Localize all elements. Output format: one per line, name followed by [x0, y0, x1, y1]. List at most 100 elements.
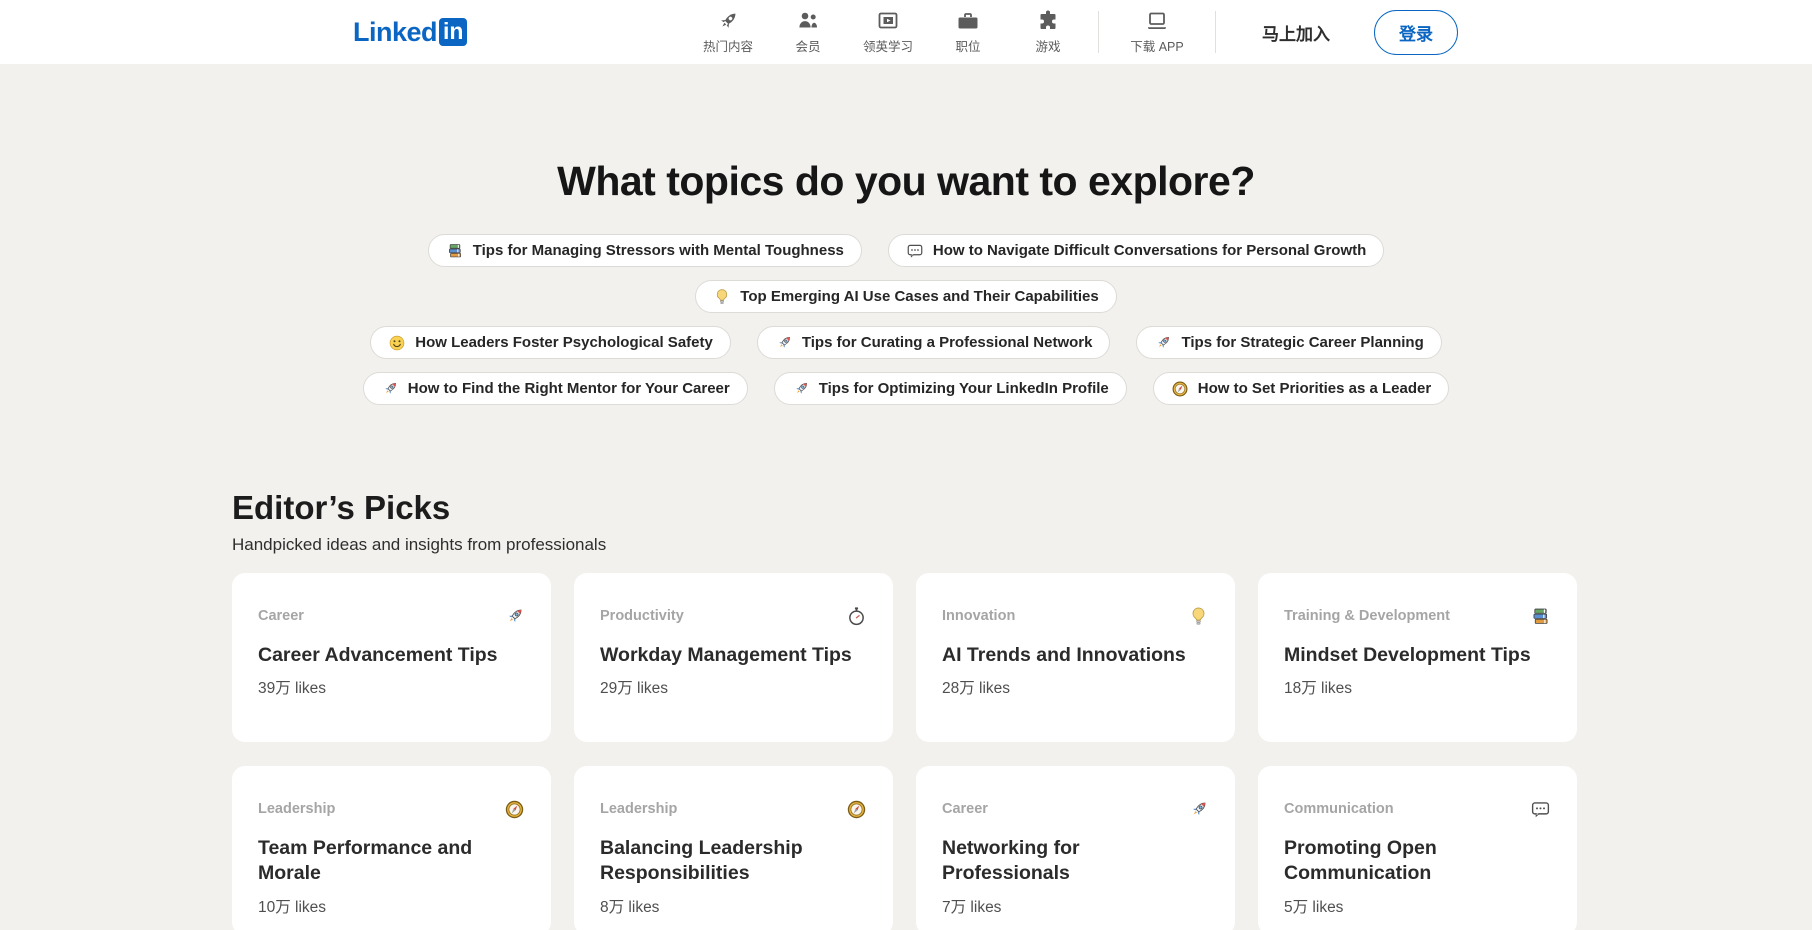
topic-pill[interactable]: How Leaders Foster Psychological Safety — [370, 326, 731, 359]
topic-pill-label: Tips for Curating a Professional Network — [802, 334, 1093, 351]
card-category: Innovation — [942, 608, 1015, 624]
nav-item-label: 领英学习 — [863, 36, 913, 55]
sign-in-button[interactable]: 登录 — [1374, 10, 1458, 55]
editors-picks-subtitle: Handpicked ideas and insights from profe… — [232, 535, 1578, 555]
card-title: AI Trends and Innovations — [942, 643, 1209, 668]
editors-picks-section: Editor’s Picks Handpicked ideas and insi… — [232, 489, 1578, 930]
rocket-color-icon — [381, 380, 399, 398]
nav-item-label: 下载 APP — [1130, 36, 1184, 55]
nav-item-trending[interactable]: 热门内容 — [688, 9, 768, 55]
learning-icon — [876, 9, 900, 33]
card-category: Career — [258, 608, 304, 624]
editors-pick-card[interactable]: Career Networking for Professionals 7万 l… — [916, 766, 1235, 930]
card-likes: 29万 likes — [600, 676, 867, 698]
nav-item-label: 热门内容 — [703, 36, 753, 55]
topic-pill[interactable]: How to Navigate Difficult Conversations … — [888, 234, 1384, 267]
nav-item-games[interactable]: 游戏 — [1008, 9, 1088, 55]
speech-icon — [906, 242, 924, 260]
editors-picks-grid: Career Career Advancement Tips 39万 likes… — [232, 573, 1578, 930]
briefcase-icon — [956, 9, 980, 33]
linkedin-logo[interactable]: Linked in — [353, 17, 467, 48]
main-nav: 热门内容 会员 领英学习 职位 游戏 — [688, 9, 1088, 55]
topic-pill-label: Tips for Managing Stressors with Mental … — [473, 242, 844, 259]
card-category: Career — [942, 801, 988, 817]
nav-item-label: 职位 — [955, 36, 980, 55]
nav-item-jobs[interactable]: 职位 — [928, 9, 1008, 55]
card-category: Productivity — [600, 608, 684, 624]
nav-item-download-app[interactable]: 下载 APP — [1109, 9, 1205, 55]
nav-divider — [1215, 11, 1216, 53]
card-likes: 18万 likes — [1284, 676, 1551, 698]
linkedin-logo-in-box: in — [439, 18, 467, 46]
topic-pill-label: Top Emerging AI Use Cases and Their Capa… — [740, 288, 1098, 305]
stopwatch-icon — [846, 606, 867, 627]
card-likes: 7万 likes — [942, 895, 1209, 917]
puzzle-icon — [1036, 9, 1060, 33]
topic-pill-label: How Leaders Foster Psychological Safety — [415, 334, 713, 351]
join-now-link[interactable]: 马上加入 — [1262, 20, 1330, 45]
card-category: Leadership — [600, 801, 677, 817]
card-title: Mindset Development Tips — [1284, 643, 1551, 668]
topic-pill-row: How Leaders Foster Psychological Safety … — [0, 326, 1812, 359]
topic-pill-label: Tips for Optimizing Your LinkedIn Profil… — [819, 380, 1109, 397]
top-nav-bar: Linked in 热门内容 会员 领英学习 职位 游戏 下载 APP 马上加入… — [0, 0, 1812, 64]
bulb-icon — [713, 288, 731, 306]
nav-divider — [1098, 11, 1099, 53]
rocket-icon — [716, 9, 740, 33]
laptop-icon — [1145, 9, 1169, 33]
card-likes: 39万 likes — [258, 676, 525, 698]
editors-pick-card[interactable]: Productivity Workday Management Tips 29万… — [574, 573, 893, 742]
compass-icon — [1171, 380, 1189, 398]
topic-pill-label: How to Navigate Difficult Conversations … — [933, 242, 1366, 259]
editors-pick-card[interactable]: Innovation AI Trends and Innovations 28万… — [916, 573, 1235, 742]
card-likes: 5万 likes — [1284, 895, 1551, 917]
editors-pick-card[interactable]: Career Career Advancement Tips 39万 likes — [232, 573, 551, 742]
editors-pick-card[interactable]: Communication Promoting Open Communicati… — [1258, 766, 1577, 930]
nav-item-learning[interactable]: 领英学习 — [848, 9, 928, 55]
topic-pill[interactable]: Top Emerging AI Use Cases and Their Capa… — [695, 280, 1116, 313]
card-likes: 8万 likes — [600, 895, 867, 917]
explore-topics-section: What topics do you want to explore? Tips… — [0, 158, 1812, 405]
speech-icon — [1530, 799, 1551, 820]
topic-pill[interactable]: Tips for Curating a Professional Network — [757, 326, 1111, 359]
rocket-color-icon — [1154, 334, 1172, 352]
editors-picks-title: Editor’s Picks — [232, 489, 1578, 527]
books-icon — [446, 242, 464, 260]
topic-pill-label: Tips for Strategic Career Planning — [1181, 334, 1423, 351]
card-title: Career Advancement Tips — [258, 643, 525, 668]
topic-pill-label: How to Set Priorities as a Leader — [1198, 380, 1431, 397]
rocket-color-icon — [775, 334, 793, 352]
topic-pill-row: Tips for Managing Stressors with Mental … — [0, 234, 1812, 267]
topic-pill-rows: Tips for Managing Stressors with Mental … — [0, 234, 1812, 405]
card-category: Communication — [1284, 801, 1394, 817]
linkedin-logo-word: Linked — [353, 17, 437, 48]
card-title: Balancing Leadership Responsibilities — [600, 836, 867, 887]
topic-pill[interactable]: Tips for Managing Stressors with Mental … — [428, 234, 862, 267]
rocket-color-icon — [504, 606, 525, 627]
topic-pill[interactable]: How to Find the Right Mentor for Your Ca… — [363, 372, 748, 405]
nav-item-members[interactable]: 会员 — [768, 9, 848, 55]
topic-pill-row: Top Emerging AI Use Cases and Their Capa… — [0, 280, 1812, 313]
smiley-icon — [388, 334, 406, 352]
editors-pick-card[interactable]: Leadership Balancing Leadership Responsi… — [574, 766, 893, 930]
editors-pick-card[interactable]: Leadership Team Performance and Morale 1… — [232, 766, 551, 930]
compass-icon — [504, 799, 525, 820]
card-title: Promoting Open Communication — [1284, 836, 1551, 887]
page-title: What topics do you want to explore? — [0, 158, 1812, 205]
topic-pill[interactable]: Tips for Strategic Career Planning — [1136, 326, 1441, 359]
people-icon — [796, 9, 820, 33]
editors-pick-card[interactable]: Training & Development Mindset Developme… — [1258, 573, 1577, 742]
card-title: Networking for Professionals — [942, 836, 1209, 887]
nav-item-label: 游戏 — [1035, 36, 1060, 55]
topic-pill[interactable]: Tips for Optimizing Your LinkedIn Profil… — [774, 372, 1127, 405]
card-category: Leadership — [258, 801, 335, 817]
topic-pill[interactable]: How to Set Priorities as a Leader — [1153, 372, 1449, 405]
card-category: Training & Development — [1284, 608, 1450, 624]
card-title: Team Performance and Morale — [258, 836, 525, 887]
rocket-color-icon — [792, 380, 810, 398]
rocket-color-icon — [1188, 799, 1209, 820]
topic-pill-label: How to Find the Right Mentor for Your Ca… — [408, 380, 730, 397]
topic-pill-row: How to Find the Right Mentor for Your Ca… — [0, 372, 1812, 405]
books-icon — [1530, 606, 1551, 627]
compass-icon — [846, 799, 867, 820]
